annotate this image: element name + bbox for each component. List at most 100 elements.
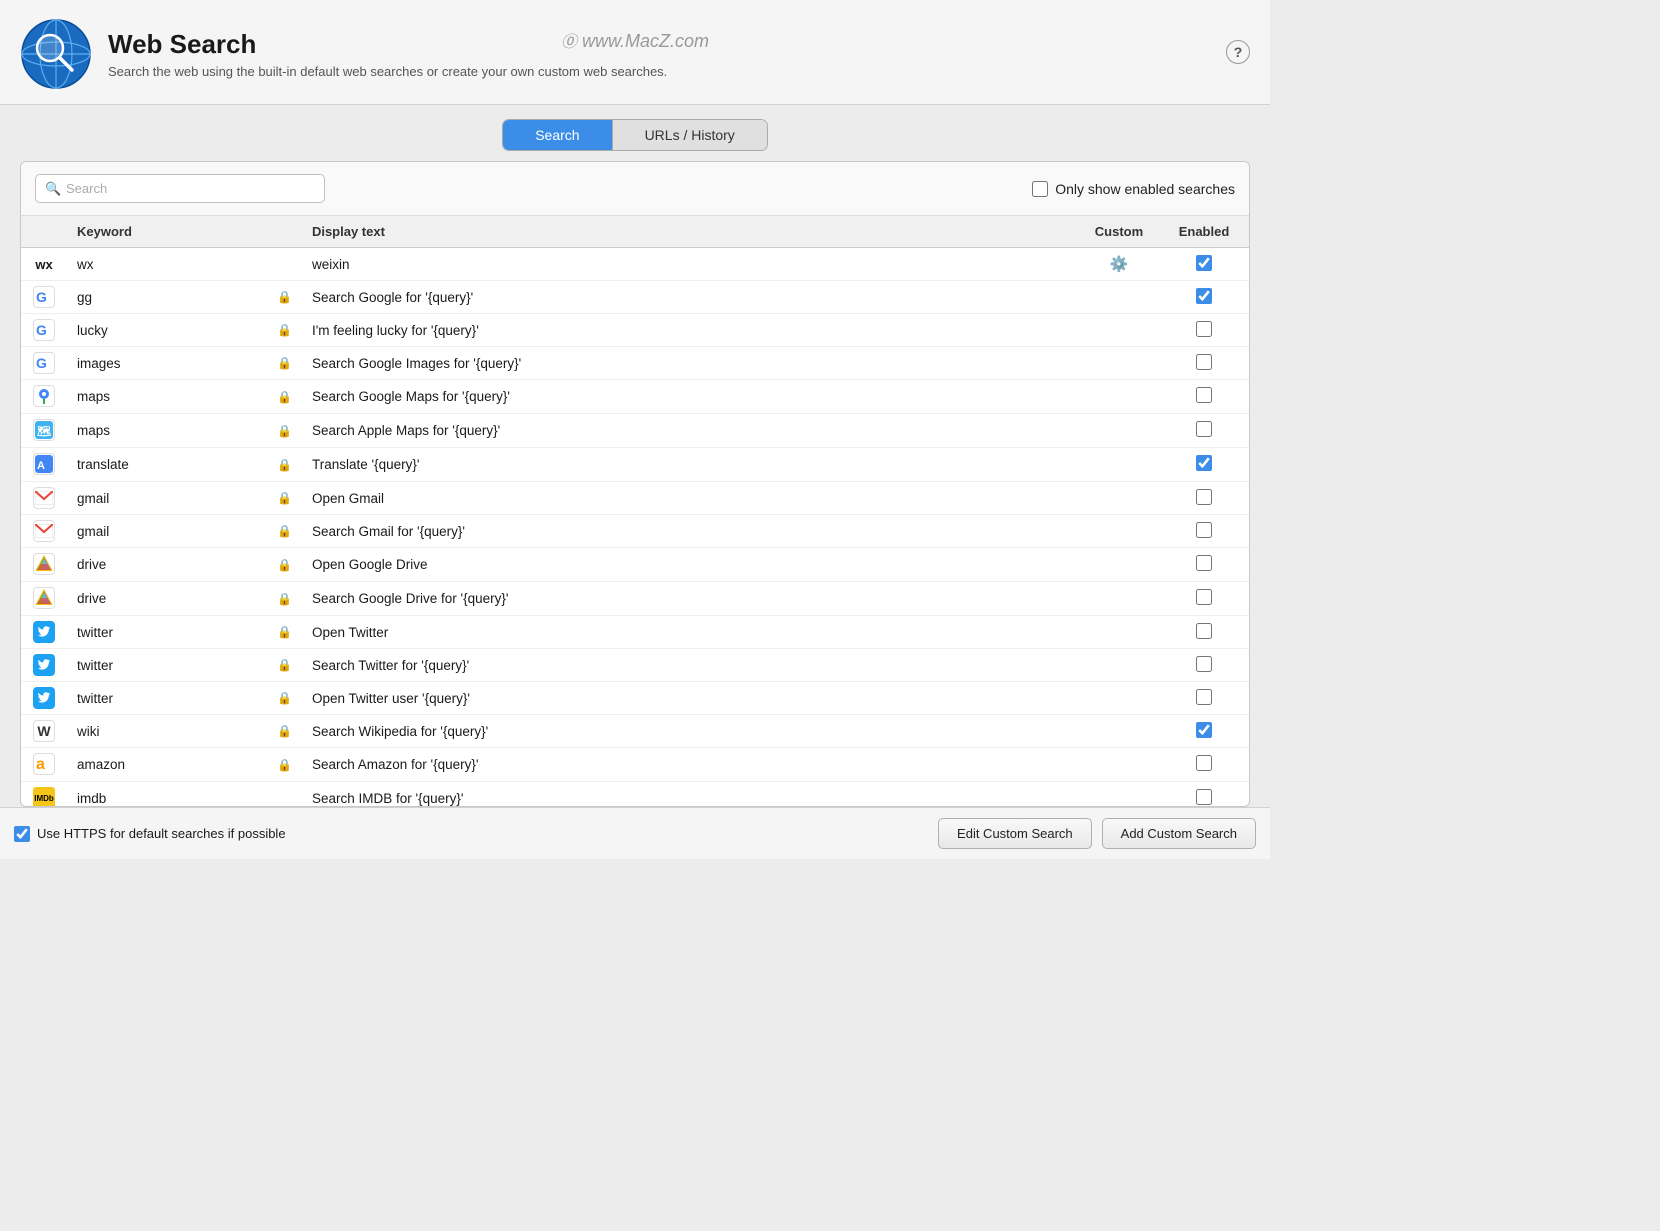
lock-icon: 🔒 — [277, 290, 292, 304]
lock-cell: 🔒 — [267, 682, 302, 715]
enabled-checkbox[interactable] — [1196, 387, 1212, 403]
lock-icon: 🔒 — [277, 390, 292, 404]
display-cell: I'm feeling lucky for '{query}' — [302, 314, 1079, 347]
enabled-checkbox[interactable] — [1196, 255, 1212, 271]
display-cell: weixin — [302, 248, 1079, 281]
display-cell: Search IMDB for '{query}' — [302, 782, 1079, 807]
search-row: 🔍 Only show enabled searches — [21, 162, 1249, 216]
enabled-checkbox[interactable] — [1196, 555, 1212, 571]
svg-text:G: G — [36, 289, 47, 305]
row-icon: W — [33, 720, 55, 742]
enabled-checkbox[interactable] — [1196, 321, 1212, 337]
enabled-checkbox[interactable] — [1196, 421, 1212, 437]
col-header-keyword: Keyword — [67, 216, 267, 248]
enabled-cell[interactable] — [1159, 682, 1249, 715]
custom-cell — [1079, 748, 1159, 782]
enabled-checkbox[interactable] — [1196, 288, 1212, 304]
enabled-checkbox[interactable] — [1196, 689, 1212, 705]
custom-cell — [1079, 448, 1159, 482]
enabled-cell[interactable] — [1159, 515, 1249, 548]
svg-text:G: G — [36, 355, 47, 371]
icon-cell — [21, 482, 67, 515]
table-row: G images 🔒 Search Google Images for '{qu… — [21, 347, 1249, 380]
enabled-cell[interactable] — [1159, 616, 1249, 649]
lock-icon: 🔒 — [277, 491, 292, 505]
enabled-cell[interactable] — [1159, 748, 1249, 782]
enabled-cell[interactable] — [1159, 448, 1249, 482]
enabled-cell[interactable] — [1159, 482, 1249, 515]
lock-cell: 🔒 — [267, 548, 302, 582]
help-button[interactable]: ? — [1226, 40, 1250, 64]
icon-cell: A — [21, 448, 67, 482]
enabled-checkbox[interactable] — [1196, 656, 1212, 672]
lock-icon: 🔒 — [277, 424, 292, 438]
custom-cell — [1079, 515, 1159, 548]
enabled-checkbox[interactable] — [1196, 589, 1212, 605]
svg-text:A: A — [37, 460, 45, 472]
enabled-cell[interactable] — [1159, 782, 1249, 807]
display-cell: Open Twitter user '{query}' — [302, 682, 1079, 715]
keyword-cell: twitter — [67, 649, 267, 682]
row-icon: IMDb — [33, 787, 55, 806]
enabled-checkbox[interactable] — [1196, 755, 1212, 771]
custom-cell — [1079, 347, 1159, 380]
icon-cell — [21, 515, 67, 548]
lock-cell: 🔒 — [267, 616, 302, 649]
enabled-checkbox[interactable] — [1196, 522, 1212, 538]
enabled-cell[interactable] — [1159, 314, 1249, 347]
tab-search[interactable]: Search — [503, 120, 612, 150]
enabled-cell[interactable] — [1159, 548, 1249, 582]
display-cell: Search Google Images for '{query}' — [302, 347, 1079, 380]
enabled-cell[interactable] — [1159, 414, 1249, 448]
enabled-cell[interactable] — [1159, 715, 1249, 748]
enabled-checkbox[interactable] — [1196, 789, 1212, 805]
icon-cell — [21, 582, 67, 616]
table-row: W wiki 🔒 Search Wikipedia for '{query}' — [21, 715, 1249, 748]
enabled-checkbox[interactable] — [1196, 455, 1212, 471]
display-cell: Search Wikipedia for '{query}' — [302, 715, 1079, 748]
footer-right: Edit Custom Search Add Custom Search — [938, 818, 1256, 849]
col-header-lock — [267, 216, 302, 248]
table-row: 🗺 maps 🔒 Search Apple Maps for '{query}' — [21, 414, 1249, 448]
display-cell: Search Apple Maps for '{query}' — [302, 414, 1079, 448]
app-icon — [20, 18, 92, 90]
enabled-cell[interactable] — [1159, 582, 1249, 616]
edit-custom-search-button[interactable]: Edit Custom Search — [938, 818, 1092, 849]
enabled-cell[interactable] — [1159, 347, 1249, 380]
tab-urls-history[interactable]: URLs / History — [613, 120, 767, 150]
search-input-wrap: 🔍 — [35, 174, 325, 203]
icon-cell — [21, 616, 67, 649]
icon-cell: G — [21, 347, 67, 380]
enabled-checkbox[interactable] — [1196, 722, 1212, 738]
enabled-cell[interactable] — [1159, 248, 1249, 281]
custom-cell — [1079, 582, 1159, 616]
row-icon — [33, 654, 55, 676]
custom-cell — [1079, 616, 1159, 649]
table-wrap: Keyword Display text Custom Enabled wx w… — [21, 216, 1249, 806]
enabled-checkbox[interactable] — [1196, 489, 1212, 505]
custom-cell — [1079, 414, 1159, 448]
row-icon: a — [33, 753, 55, 775]
search-input[interactable] — [35, 174, 325, 203]
table-row: drive 🔒 Open Google Drive — [21, 548, 1249, 582]
lock-cell: 🔒 — [267, 515, 302, 548]
lock-cell: 🔒 — [267, 414, 302, 448]
add-custom-search-button[interactable]: Add Custom Search — [1102, 818, 1256, 849]
https-checkbox[interactable] — [14, 826, 30, 842]
display-cell: Search Google Drive for '{query}' — [302, 582, 1079, 616]
app-subtitle: Search the web using the built-in defaul… — [108, 64, 667, 79]
enabled-cell[interactable] — [1159, 281, 1249, 314]
lock-cell: 🔒 — [267, 380, 302, 414]
only-enabled-checkbox[interactable] — [1032, 181, 1048, 197]
display-cell: Search Twitter for '{query}' — [302, 649, 1079, 682]
enabled-cell[interactable] — [1159, 649, 1249, 682]
keyword-cell: twitter — [67, 616, 267, 649]
keyword-cell: maps — [67, 414, 267, 448]
keyword-cell: images — [67, 347, 267, 380]
custom-cell — [1079, 782, 1159, 807]
row-icon — [33, 621, 55, 643]
enabled-checkbox[interactable] — [1196, 354, 1212, 370]
search-table: Keyword Display text Custom Enabled wx w… — [21, 216, 1249, 806]
enabled-checkbox[interactable] — [1196, 623, 1212, 639]
enabled-cell[interactable] — [1159, 380, 1249, 414]
